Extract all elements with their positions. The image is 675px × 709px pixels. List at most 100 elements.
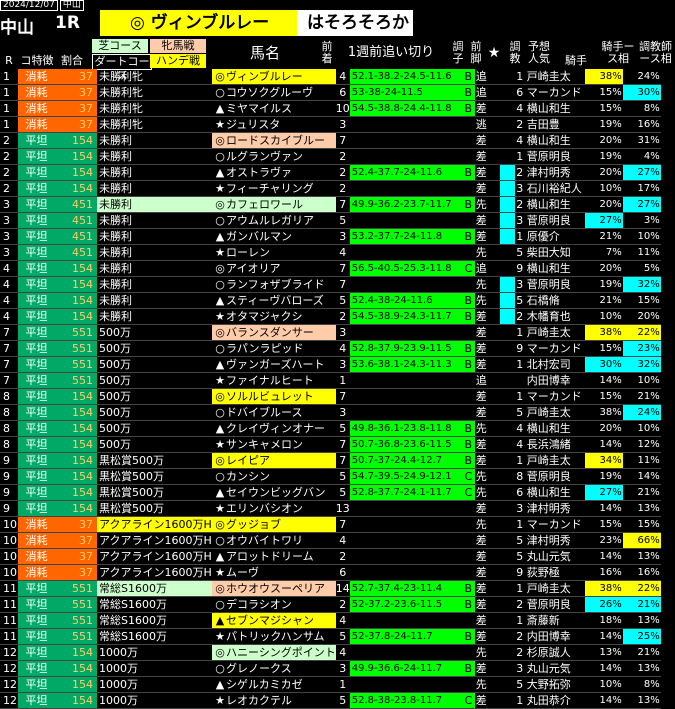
grade-cell: B bbox=[461, 292, 475, 309]
col-star: ★ bbox=[487, 45, 501, 61]
horse-name-cell[interactable]: ▲ オストラヴァ bbox=[212, 164, 336, 181]
course-type-cell: 消耗 bbox=[18, 548, 55, 565]
horse-name-cell[interactable]: ▲ セイウンビッグバン bbox=[212, 484, 336, 501]
horse-name-cell[interactable]: ★オタマジャクシ bbox=[212, 308, 336, 325]
table-row: 4 平坦 154 未勝利 ▲ スティーヴバローズ 5 52.4-38-24-11.6 B 先 5 石橋… bbox=[0, 292, 661, 309]
horse-name-cell[interactable]: ◎ロードスカイブルー bbox=[212, 132, 336, 149]
course-type-cell: 消耗 bbox=[18, 564, 55, 581]
pick-mark-icon: ▲ bbox=[215, 678, 225, 691]
jockey-rate-cell: 34% bbox=[584, 452, 623, 469]
horse-name-cell[interactable]: ▲ ガンバルマン bbox=[212, 228, 336, 245]
star-cell bbox=[487, 532, 500, 549]
star-cell bbox=[487, 84, 500, 101]
horse-name-cell[interactable]: ○コウソクグルーヴ bbox=[212, 84, 336, 101]
horse-name-cell[interactable]: ★レオカクテル bbox=[212, 692, 336, 709]
jockey-rate-cell: 14% bbox=[584, 692, 623, 709]
horse-name-cell[interactable]: ◎ホウオウスーペリア bbox=[212, 580, 336, 597]
horse-name-cell[interactable]: ▲ スティーヴバローズ bbox=[212, 292, 336, 309]
pick-mark-icon: ◎ bbox=[215, 262, 225, 275]
horse-name-cell[interactable]: ◎ハニーシングポイント bbox=[212, 644, 336, 661]
trainer-rate-cell: 27% bbox=[622, 196, 661, 213]
star-cell bbox=[487, 212, 500, 229]
ratio-cell: 551 bbox=[55, 356, 97, 373]
star-cell bbox=[487, 644, 500, 661]
course-type-cell: 消耗 bbox=[18, 532, 55, 549]
table-row: 10 消耗 37 アクアライン1600万H ▲ アロットドリーム 2 差 5 丸山元気 14% 13% bbox=[0, 548, 661, 565]
col-jockey-rate: 騎手ース相 bbox=[601, 40, 635, 65]
jockey-cell: 菅原明良 bbox=[524, 212, 585, 229]
horse-name-cell[interactable]: ★ファイナルヒート bbox=[212, 372, 336, 389]
horse-name-cell[interactable]: ▲ アロットドリーム bbox=[212, 548, 336, 565]
ninki-cell: 6 bbox=[514, 84, 525, 101]
last-finish-cell: 3 bbox=[335, 356, 350, 373]
horse-name-cell[interactable]: ○カンシン bbox=[212, 468, 336, 485]
race-no-cell: 10 bbox=[0, 532, 18, 549]
horse-name-cell[interactable]: ○ルグランヴァン bbox=[212, 148, 336, 165]
jockey-rate-cell: 15% bbox=[584, 340, 623, 357]
race-no-cell: 7 bbox=[0, 324, 18, 341]
horse-name-cell[interactable]: ○ドバイブルース bbox=[212, 404, 336, 421]
horse-name-cell[interactable]: ★ローレン bbox=[212, 244, 336, 261]
jockey-cell: 菅原明良 bbox=[524, 596, 585, 613]
horse-name-cell[interactable]: ○オウバイトワリ bbox=[212, 532, 336, 549]
star-cell bbox=[487, 340, 500, 357]
race-no-cell: 2 bbox=[0, 132, 18, 149]
horse-name-cell[interactable]: ◎グッジョブ bbox=[212, 516, 336, 533]
horse-name: シゲルカミカゼ bbox=[226, 678, 303, 691]
race-no-cell: 1 bbox=[0, 100, 18, 117]
horse-name-cell[interactable]: ★エリンバシオン bbox=[212, 500, 336, 517]
horse-name-cell[interactable]: ▲ クレイヴィンオナー bbox=[212, 420, 336, 437]
horse-name-cell[interactable]: ▲ ミヤマイルス bbox=[212, 100, 336, 117]
col-leg: 前脚 bbox=[470, 40, 482, 65]
horse-name-cell[interactable]: ◎カフェロワール bbox=[212, 196, 336, 213]
pick-mark-icon: ◎ bbox=[215, 70, 225, 83]
jockey-rate-cell: 10% bbox=[584, 676, 623, 693]
training-time-cell bbox=[349, 548, 462, 565]
horse-name-cell[interactable]: ○ランフォザブライド bbox=[212, 276, 336, 293]
horse-name-cell[interactable]: ★サンキャメロン bbox=[212, 436, 336, 453]
horse-name-cell[interactable]: ○アウムルレガリア bbox=[212, 212, 336, 229]
jockey-rate-cell: 19% bbox=[584, 468, 623, 485]
jockey-rate-cell: 30% bbox=[584, 356, 623, 373]
leg-cell: 先 bbox=[474, 292, 488, 309]
training-time-cell bbox=[349, 372, 462, 389]
jockey-cell: マーカンド bbox=[524, 388, 585, 405]
horse-name-cell[interactable]: ★フィーチャリング bbox=[212, 180, 336, 197]
grade-cell: B bbox=[461, 452, 475, 469]
horse-name-cell[interactable]: ◎アイオリア bbox=[212, 260, 336, 277]
leg-cell: 先 bbox=[474, 484, 488, 501]
ratio-cell: 154 bbox=[55, 148, 97, 165]
jockey-cell: 丸山元気 bbox=[524, 548, 585, 565]
trainer-rank-cell bbox=[499, 132, 515, 149]
ninki-cell: 5 bbox=[514, 404, 525, 421]
horse-name-cell[interactable]: ◎ソルルビュレット bbox=[212, 388, 336, 405]
ninki-cell: 1 bbox=[514, 580, 525, 597]
grade-cell: B bbox=[461, 356, 475, 373]
horse-name-cell[interactable]: ▲ シゲルカミカゼ bbox=[212, 676, 336, 693]
horse-name-cell[interactable]: ▲ セブンマジシャン bbox=[212, 612, 336, 629]
horse-name-cell[interactable]: ★パトリックハンサム bbox=[212, 628, 336, 645]
training-time-cell: 54.7-39.5-24.9-12.1 bbox=[349, 468, 462, 485]
horse-name-cell[interactable]: ◎ヴィンブルレー bbox=[212, 69, 336, 85]
star-cell bbox=[487, 628, 500, 645]
ninki-cell: 5 bbox=[514, 292, 525, 309]
jockey-rate-cell: 18% bbox=[584, 612, 623, 629]
horse-name-cell[interactable]: ★ジュリスタ bbox=[212, 116, 336, 133]
course-type-cell: 平坦 bbox=[18, 228, 55, 245]
horse-name-cell[interactable]: ◎バランスダンサー bbox=[212, 324, 336, 341]
ratio-cell: 154 bbox=[55, 644, 97, 661]
trainer-rate-cell: 21% bbox=[622, 644, 661, 661]
table-row: 9 平坦 154 黒松賞500万 ★エリンバシオン 13 差 3 津村明秀 14% 13% bbox=[0, 500, 661, 517]
horse-name-cell[interactable]: ○デコラシオン bbox=[212, 596, 336, 613]
ninki-cell: 1 bbox=[514, 69, 525, 85]
jockey-rate-cell: 14% bbox=[584, 500, 623, 517]
horse-name-cell[interactable]: ◎レイピア bbox=[212, 452, 336, 469]
ratio-cell: 451 bbox=[55, 228, 97, 245]
pick-mark-icon: ○ bbox=[215, 150, 225, 163]
horse-name-cell[interactable]: ▲ ヴァンガーズハート bbox=[212, 356, 336, 373]
horse-name-cell[interactable]: ○ラパンラピッド bbox=[212, 340, 336, 357]
horse-name-cell[interactable]: ★ムーヴ bbox=[212, 564, 336, 581]
jockey-rate-cell: 19% bbox=[584, 276, 623, 293]
ninki-cell: 2 bbox=[514, 628, 525, 645]
race-no-cell: 3 bbox=[0, 196, 18, 213]
